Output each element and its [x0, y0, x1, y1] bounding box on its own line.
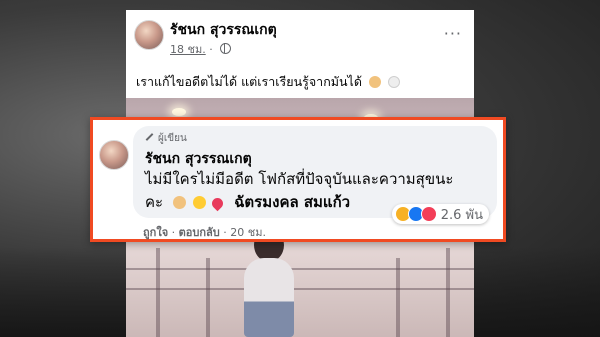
comment-author-avatar[interactable]	[99, 140, 129, 170]
post-time[interactable]: 18 ชม.	[170, 43, 206, 56]
white-circle-icon	[387, 76, 400, 88]
author-badge-label: ผู้เขียน	[158, 133, 187, 144]
author-badge: ผู้เขียน	[145, 131, 187, 146]
bridge-post	[156, 248, 160, 337]
bridge-post	[206, 258, 210, 337]
post-author-name[interactable]: รัชนก สุวรรณเกตุ	[170, 19, 277, 41]
love-reaction-icon	[420, 206, 437, 222]
reaction-count: 2.6 พัน	[440, 207, 483, 223]
comment-bubble: ผู้เขียน รัชนก สุวรรณเกตุ ไม่มีใครไม่มีอ…	[133, 126, 497, 224]
comment-time[interactable]: 20 ชม.	[230, 226, 266, 239]
bridge-rail	[126, 288, 474, 290]
street-lamp	[172, 108, 186, 116]
like-button[interactable]: ถูกใจ	[143, 226, 168, 239]
flexed-biceps-icon	[368, 76, 381, 88]
post-meta: 18 ชม. ·	[170, 40, 232, 58]
post-text: เราแก้ไขอดีตไม่ได้ แต่เราเรียนรู้จากมันไ…	[136, 72, 400, 92]
bridge-post	[396, 258, 400, 337]
heart-icon	[210, 195, 226, 212]
reply-button[interactable]: ตอบกลับ	[179, 226, 220, 239]
comment-text-line-1: ไม่มีใครไม่มีอดีต โฟกัสที่ปัจจุบันและควา…	[145, 170, 454, 188]
comment-text-line-2: คะ ฉัตรมงคล สมแก้ว	[145, 190, 350, 214]
action-dot: ·	[171, 226, 176, 239]
comment-actions: ถูกใจ · ตอบกลับ · 20 ชม.	[143, 223, 266, 241]
highlighted-comment: ผู้เขียน รัชนก สุวรรณเกตุ ไม่มีใครไม่มีอ…	[90, 117, 506, 242]
action-dot: ·	[223, 226, 227, 239]
person-figure	[244, 258, 294, 337]
pencil-icon	[145, 133, 154, 141]
comment-reactions[interactable]: 2.6 พัน	[391, 204, 489, 224]
post-header: รัชนก สุวรรณเกตุ 18 ชม. · ···	[126, 10, 474, 65]
globe-icon[interactable]	[220, 43, 232, 54]
flexed-biceps-icon	[172, 196, 186, 209]
comment-text-line-2-content: คะ	[145, 193, 164, 211]
meta-separator: ·	[209, 43, 213, 56]
more-options-icon[interactable]: ···	[444, 24, 462, 43]
post-text-content: เราแก้ไขอดีตไม่ได้ แต่เราเรียนรู้จากมันไ…	[136, 74, 362, 89]
bridge-post	[446, 248, 450, 337]
bridge-rail	[126, 268, 474, 270]
author-avatar[interactable]	[134, 20, 164, 50]
smiling-face-icon	[192, 196, 206, 209]
tagged-user[interactable]: ฉัตรมงคล สมแก้ว	[234, 193, 350, 211]
